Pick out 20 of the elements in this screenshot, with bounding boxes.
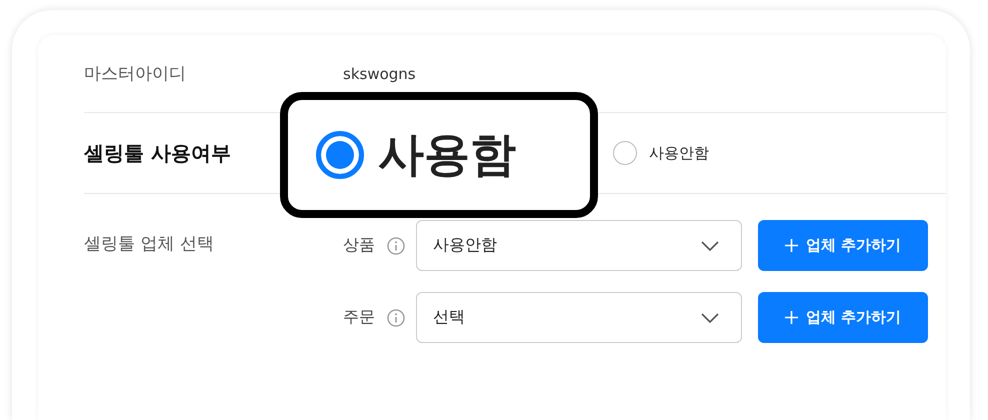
info-icon[interactable] — [387, 236, 405, 254]
radio-label[interactable]: 사용안함 — [649, 144, 709, 162]
plus-icon — [784, 311, 798, 324]
field-label: 주문 — [343, 307, 376, 328]
field-label: 셀링툴 사용여부 — [84, 140, 232, 166]
radio-button[interactable] — [613, 141, 637, 165]
add-vendor-button[interactable]: 업체 추가하기 — [758, 292, 928, 343]
radio-label[interactable]: 사용함 — [378, 124, 516, 186]
dropdown[interactable]: 선택 — [416, 292, 742, 343]
field-value: skswogns — [343, 64, 416, 82]
plus-icon — [784, 239, 798, 252]
info-icon[interactable] — [387, 308, 405, 326]
dropdown[interactable]: 사용안함 — [416, 220, 742, 271]
chevron-down-icon — [701, 240, 719, 250]
field-label: 셀링툴 업체 선택 — [84, 233, 215, 255]
chevron-down-icon — [701, 312, 719, 322]
field-label: 마스터아이디 — [84, 63, 187, 85]
add-vendor-button[interactable]: 업체 추가하기 — [758, 220, 928, 271]
field-label: 상품 — [343, 235, 376, 256]
radio-button[interactable] — [316, 131, 364, 179]
